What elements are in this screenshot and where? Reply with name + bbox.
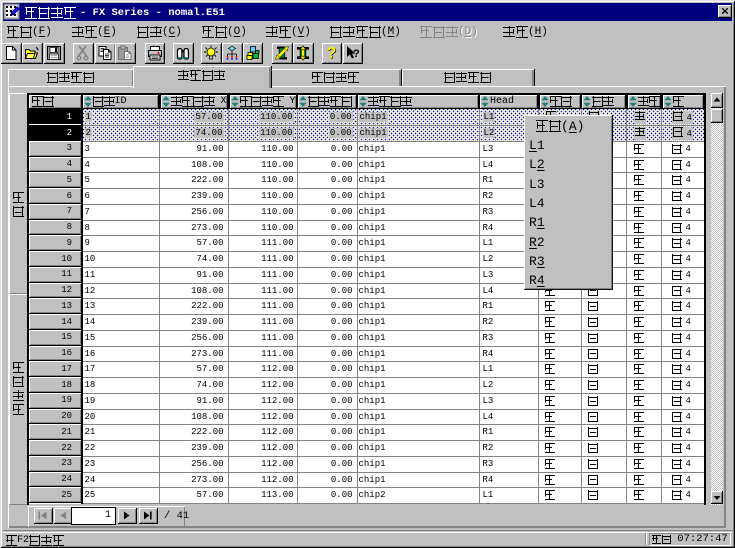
svg-text:?: ? [353, 48, 360, 60]
svg-text:?: ? [326, 45, 336, 62]
